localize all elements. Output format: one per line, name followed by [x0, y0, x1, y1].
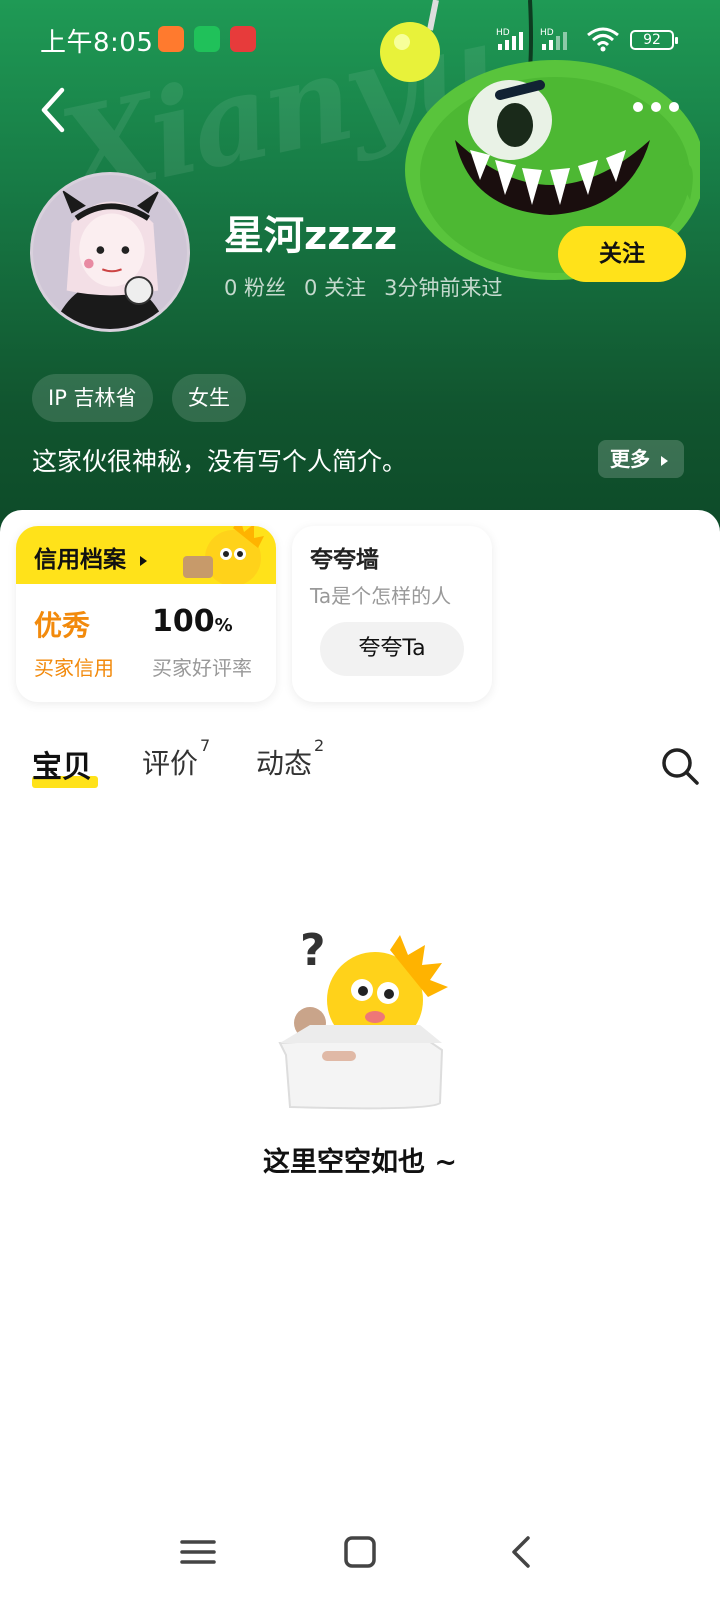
svg-text:?: ?: [300, 925, 326, 976]
cellular-signal-2-icon: HD: [540, 28, 567, 50]
last-seen: 3分钟前来过: [384, 276, 503, 300]
credit-card-body: 优秀 买家信用 100% 买家好评率: [16, 584, 276, 702]
hongbao-notification-icon: [230, 26, 256, 52]
credit-grade-label: 买家信用: [34, 656, 114, 680]
bio-more-button[interactable]: 更多: [598, 440, 684, 478]
wechat-notification-icon: [194, 26, 220, 52]
gender-tag: 女生: [172, 374, 246, 422]
back-arrow-icon[interactable]: [30, 84, 78, 136]
positive-rate-label: 买家好评率: [152, 656, 252, 680]
bio-more-label: 更多: [610, 447, 650, 471]
empty-state-message: 这里空空如也 ~: [262, 1147, 458, 1178]
avatar[interactable]: [30, 172, 190, 332]
status-bar: 上午8:05 HD HD 92: [0, 0, 720, 76]
tab-moments-label: 动态: [256, 747, 313, 780]
tab-items-label: 宝贝: [32, 750, 92, 785]
credit-grade: 优秀: [34, 609, 91, 642]
credit-title-label: 信用档案: [34, 547, 126, 573]
battery-indicator: 92: [630, 30, 678, 50]
tab-reviews-count: 7: [200, 735, 211, 755]
following-count[interactable]: 0 关注: [304, 272, 366, 302]
tab-reviews-label: 评价: [142, 747, 199, 780]
search-icon[interactable]: [660, 746, 700, 786]
rate-number: 100: [152, 604, 215, 639]
follow-button[interactable]: 关注: [558, 226, 686, 282]
praise-wall-title: 夸夸墙: [310, 547, 379, 573]
ip-location-tag: IP 吉林省: [32, 374, 153, 422]
home-icon[interactable]: [338, 1530, 382, 1574]
back-nav-icon[interactable]: [500, 1530, 544, 1574]
cellular-signal-icon: HD: [496, 28, 523, 50]
signal-hd-label: HD: [496, 28, 510, 38]
caret-right-icon: [140, 555, 148, 566]
wifi-icon: [587, 27, 619, 52]
status-time: 上午8:05: [40, 28, 154, 58]
tab-moments[interactable]: 动态2: [256, 736, 324, 782]
tab-moments-count: 2: [314, 735, 325, 755]
yellow-mascot-icon: [183, 526, 264, 586]
profile-header: Xianyu 上午8:05 HD HD 92 星河zzzz 0 粉丝 0 关注 …: [0, 0, 720, 540]
signal-hd-label-2: HD: [540, 28, 554, 38]
credit-title[interactable]: 信用档案: [34, 540, 148, 574]
recent-apps-icon[interactable]: [176, 1530, 220, 1574]
praise-button[interactable]: 夸夸Ta: [320, 622, 464, 676]
tab-reviews[interactable]: 评价7: [142, 736, 210, 782]
profile-stats: 0 粉丝 0 关注 3分钟前来过: [224, 272, 502, 302]
username: 星河zzzz: [224, 213, 398, 259]
taobao-notification-icon: [158, 26, 184, 52]
followers-count[interactable]: 0 粉丝: [224, 272, 286, 302]
profile-tabs: 宝贝 评价7 动态2: [0, 728, 720, 798]
praise-wall-card[interactable]: 夸夸墙 Ta是个怎样的人 夸夸Ta: [292, 526, 492, 702]
positive-rate-value: 100%: [152, 604, 233, 639]
praise-wall-subtitle: Ta是个怎样的人: [310, 584, 452, 608]
more-options-icon[interactable]: [632, 94, 680, 120]
empty-box-mascot-illustration: ?: [278, 925, 448, 1110]
rate-unit: %: [214, 615, 233, 636]
system-navigation-bar: [0, 1500, 720, 1600]
caret-right-icon: [660, 455, 668, 466]
credit-profile-card[interactable]: 信用档案 优秀 买家信用 100% 买家好评率: [16, 526, 276, 702]
tab-items[interactable]: 宝贝: [32, 742, 92, 786]
profile-bio: 这家伙很神秘，没有写个人简介。: [32, 447, 408, 476]
